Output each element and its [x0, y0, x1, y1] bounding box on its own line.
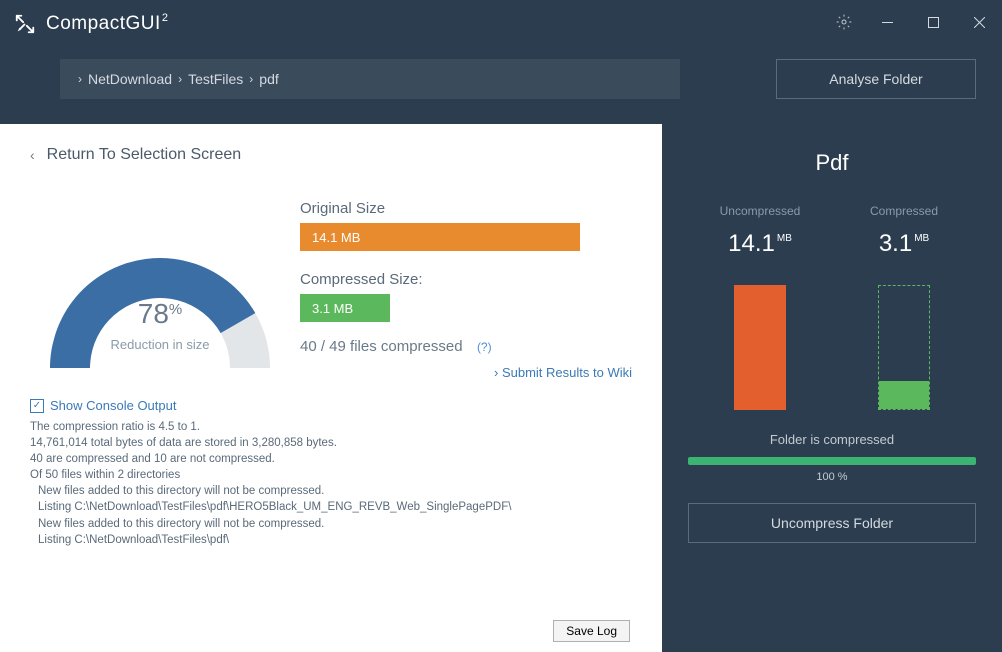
uncompress-folder-button[interactable]: Uncompress Folder	[688, 503, 976, 543]
gear-icon	[836, 14, 852, 35]
maximize-button[interactable]	[910, 0, 956, 48]
progress-percent: 100 %	[688, 471, 976, 483]
uncompressed-bar	[734, 285, 786, 410]
app-logo: CompactGUI2	[14, 13, 168, 35]
breadcrumb-segment[interactable]: NetDownload	[88, 71, 172, 87]
compressed-size-bar: 3.1 MB	[300, 294, 390, 322]
chevron-left-icon: ‹	[30, 147, 35, 163]
minimize-button[interactable]	[864, 0, 910, 48]
gauge-subtitle: Reduction in size	[30, 337, 290, 352]
minimize-icon	[882, 15, 893, 33]
console-output[interactable]: The compression ratio is 4.5 to 1.14,761…	[30, 419, 632, 549]
return-link[interactable]: ‹ Return To Selection Screen	[30, 146, 632, 164]
show-console-label: Show Console Output	[50, 398, 176, 413]
compression-status: Folder is compressed	[688, 432, 976, 447]
analyse-folder-button[interactable]: Analyse Folder	[776, 59, 976, 99]
show-console-checkbox[interactable]: ✓	[30, 399, 44, 413]
chevron-right-icon: ›	[249, 72, 253, 86]
original-size-label: Original Size	[300, 200, 632, 217]
breadcrumb[interactable]: › NetDownload › TestFiles › pdf	[60, 59, 680, 99]
sidebar-panel: Pdf Uncompressed 14.1MB Compressed 3.1MB…	[662, 124, 1002, 652]
compressed-label: Compressed	[844, 204, 964, 218]
uncompressed-label: Uncompressed	[700, 204, 820, 218]
settings-button[interactable]	[824, 0, 864, 48]
close-icon	[974, 15, 985, 33]
titlebar: CompactGUI2	[0, 0, 1002, 48]
breadcrumb-segment[interactable]: TestFiles	[188, 71, 243, 87]
progress-bar	[688, 457, 976, 465]
close-button[interactable]	[956, 0, 1002, 48]
original-size-bar: 14.1 MB	[300, 223, 580, 251]
files-compressed-text: 40 / 49 files compressed (?)	[300, 338, 632, 355]
return-link-label: Return To Selection Screen	[47, 146, 241, 164]
folder-title: Pdf	[688, 150, 976, 176]
app-title: CompactGUI2	[46, 13, 168, 35]
reduction-gauge: 78% Reduction in size	[30, 188, 290, 368]
compressed-bar-outline	[878, 285, 930, 410]
chevron-right-icon: ›	[178, 72, 182, 86]
compressed-size-label: Compressed Size:	[300, 271, 632, 288]
chevron-right-icon: ›	[78, 72, 82, 86]
main-panel: ‹ Return To Selection Screen 78% Reducti…	[0, 124, 662, 652]
app-icon	[14, 13, 36, 35]
breadcrumb-segment[interactable]: pdf	[259, 71, 278, 87]
uncompressed-value: 14.1MB	[700, 230, 820, 258]
save-log-button[interactable]: Save Log	[553, 620, 630, 642]
size-bars-chart	[688, 270, 976, 410]
compressed-value: 3.1MB	[844, 230, 964, 258]
submit-wiki-link[interactable]: Submit Results to Wiki	[300, 365, 632, 380]
gauge-percent: 78%	[30, 298, 290, 330]
toolbar: › NetDownload › TestFiles › pdf Analyse …	[0, 48, 1002, 124]
compressed-bar	[879, 381, 929, 409]
maximize-icon	[928, 15, 939, 33]
help-icon[interactable]: (?)	[477, 340, 492, 354]
